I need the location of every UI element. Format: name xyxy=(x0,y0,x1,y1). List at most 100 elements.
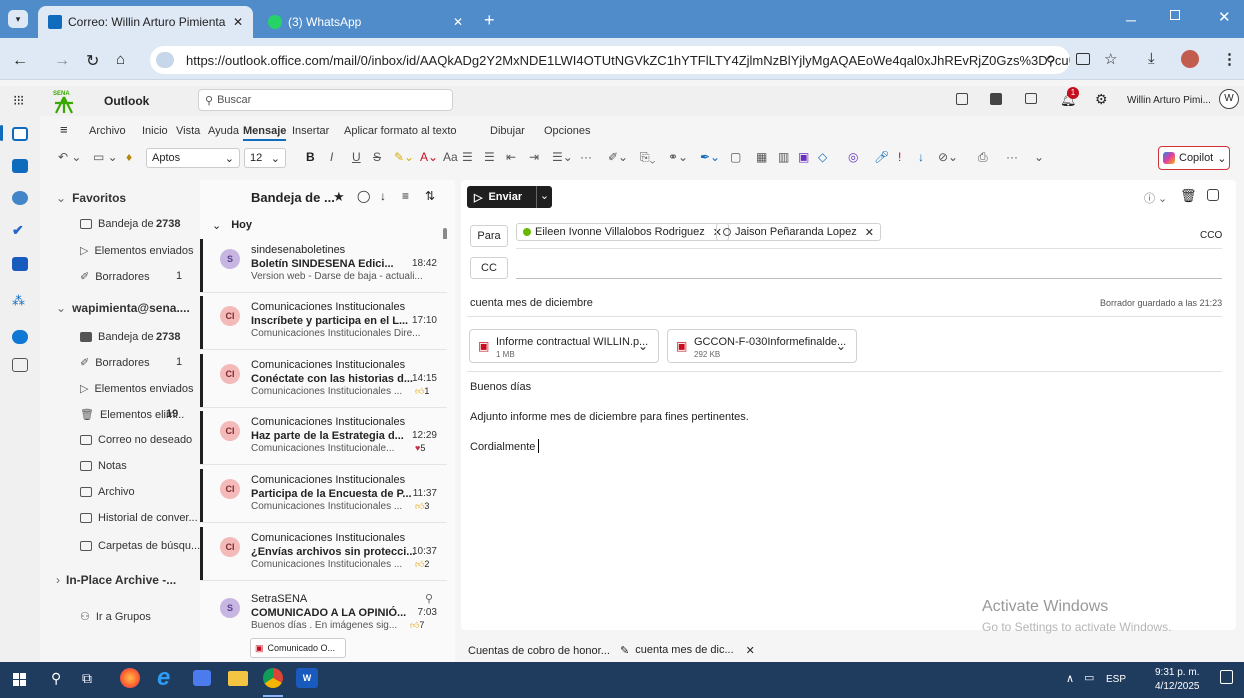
align-icon[interactable]: ☰⌄ xyxy=(552,150,573,164)
close-icon[interactable]: ✕ xyxy=(746,644,755,657)
close-icon[interactable]: ✕ xyxy=(233,15,243,29)
draft-tab[interactable]: Cuentas de cobro de honor... xyxy=(468,645,610,657)
go-to-groups[interactable]: ⚇ Ir a Grupos xyxy=(80,610,151,624)
tab-whatsapp[interactable]: (3) WhatsApp ✕ xyxy=(258,6,473,38)
attachment-chip[interactable]: ▣ Comunicado O... xyxy=(250,638,346,658)
bookmark-star-icon[interactable]: ☆ xyxy=(1104,50,1117,68)
clock-time[interactable]: 9:31 p. m. xyxy=(1155,667,1199,678)
strikethrough-icon[interactable]: S xyxy=(373,150,381,164)
close-icon[interactable]: ✕ xyxy=(453,15,463,29)
address-bar[interactable]: https://outlook.office.com/mail/0/inbox/… xyxy=(150,46,1070,74)
todo-app-icon[interactable]: ✔ xyxy=(12,223,28,237)
format-painter-icon[interactable]: ♦ xyxy=(126,150,132,164)
menu-mensaje[interactable]: Mensaje xyxy=(243,125,287,141)
group-header[interactable]: ⌄ Hoy xyxy=(212,219,252,232)
meet-now-icon[interactable] xyxy=(956,93,968,105)
folder-fav-inbox[interactable]: Bandeja de ... xyxy=(80,218,166,230)
list-item[interactable]: S SetraSENA ⚲ COMUNICADO A LA OPINIÓ... … xyxy=(200,588,447,664)
importance-low-icon[interactable]: ↓ xyxy=(918,150,924,164)
folder-sent[interactable]: ▷ Elementos enviados xyxy=(80,382,194,396)
filter-icon[interactable]: ≡ xyxy=(402,189,409,203)
folder-search-folders[interactable]: Carpetas de búsqu... xyxy=(80,540,200,552)
cc-button[interactable]: CC xyxy=(470,257,508,279)
menu-archivo[interactable]: Archivo xyxy=(89,125,126,137)
folder-notes[interactable]: Notas xyxy=(80,460,127,472)
back-icon[interactable]: ← xyxy=(12,52,28,70)
language-indicator[interactable]: ESP xyxy=(1106,674,1126,685)
window-restore-icon[interactable] xyxy=(1170,10,1180,20)
feedback-icon[interactable] xyxy=(1025,93,1037,104)
tag-icon[interactable]: ⊘⌄ xyxy=(938,150,958,164)
send-options-chevron-icon[interactable]: ⌄ xyxy=(536,186,552,208)
more-apps-icon[interactable] xyxy=(12,358,28,372)
link-icon[interactable]: ⚭⌄ xyxy=(668,150,688,164)
taskbar-search-icon[interactable]: ⚲ xyxy=(51,670,61,687)
clock-date[interactable]: 4/12/2025 xyxy=(1155,681,1200,692)
menu-insertar[interactable]: Insertar xyxy=(292,125,329,137)
notification-center-icon[interactable] xyxy=(1220,670,1233,684)
cast-icon[interactable] xyxy=(1076,53,1090,65)
undo-icon[interactable]: ↶ ⌄ xyxy=(58,150,81,164)
onedrive-app-icon[interactable] xyxy=(12,330,28,344)
tray-chevron-icon[interactable]: ∧ xyxy=(1066,672,1074,685)
copilot-button[interactable]: Copilot ⌄ xyxy=(1158,146,1230,170)
list-item[interactable]: CI Comunicaciones Institucionales Partic… xyxy=(200,469,447,523)
recipient-chip[interactable]: Jaison Peñaranda Lopez ✕ xyxy=(716,223,881,241)
archive-header[interactable]: › In-Place Archive -... xyxy=(56,573,176,587)
menu-vista[interactable]: Vista xyxy=(176,125,200,137)
firefox-icon[interactable] xyxy=(120,668,140,688)
account-header[interactable]: ⌄ wapimienta@sena.... xyxy=(56,301,190,315)
bullets-icon[interactable]: ☰ xyxy=(462,150,473,164)
styles-icon[interactable]: Aa xyxy=(443,150,458,164)
table-icon[interactable]: ▦ xyxy=(756,150,767,164)
reload-icon[interactable]: ↻ xyxy=(86,51,99,71)
bcc-button[interactable]: CCO xyxy=(1200,230,1222,241)
more-options-icon[interactable]: ··· xyxy=(1006,150,1018,164)
jump-icon[interactable]: ↓ xyxy=(380,189,386,203)
window-close-icon[interactable]: ✕ xyxy=(1218,8,1231,26)
clipboard-icon[interactable]: ▭ ⌄ xyxy=(93,150,118,164)
folder-conversation-history[interactable]: Historial de conver... xyxy=(80,512,198,524)
forward-icon[interactable]: → xyxy=(54,52,70,70)
subject-input[interactable]: cuenta mes de diciembre xyxy=(470,297,593,309)
attachment-card[interactable]: ▣ Informe contractual WILLIN.p... 1 MB ⌄ xyxy=(469,329,659,363)
file-explorer-icon[interactable] xyxy=(228,671,248,686)
meet-app-icon[interactable] xyxy=(193,670,211,686)
browser-menu-icon[interactable]: ⋮ xyxy=(1222,50,1237,68)
user-avatar[interactable]: W xyxy=(1219,89,1239,109)
folder-archive[interactable]: Archivo xyxy=(80,486,135,498)
network-icon[interactable]: ▭ xyxy=(1084,671,1094,684)
ribbon-collapse-icon[interactable]: ⌄ xyxy=(1034,150,1044,164)
loop-icon[interactable]: ◎ xyxy=(848,150,858,164)
highlight-icon[interactable]: ✎⌄ xyxy=(394,150,414,164)
cc-input[interactable] xyxy=(516,278,1222,279)
menu-opciones[interactable]: Opciones xyxy=(544,125,590,137)
people-app-icon[interactable] xyxy=(12,191,28,205)
font-name-select[interactable]: Aptos ⌄ xyxy=(146,148,240,168)
calendar-app-icon[interactable] xyxy=(12,159,28,173)
to-button[interactable]: Para xyxy=(470,225,508,247)
teams-icon[interactable] xyxy=(990,93,1002,105)
indent-icon[interactable]: ⇥ xyxy=(529,150,539,164)
info-icon[interactable]: ⓘ ⌄ xyxy=(1144,190,1167,206)
folder-junk[interactable]: Correo no deseado xyxy=(80,434,192,446)
user-name[interactable]: Willin Arturo Pimi... xyxy=(1127,95,1211,106)
hamburger-icon[interactable]: ≡ xyxy=(60,122,68,137)
sort-icon[interactable]: ⇅ xyxy=(425,189,435,203)
font-size-select[interactable]: 12 ⌄ xyxy=(244,148,286,168)
windows-start-icon[interactable] xyxy=(13,673,26,686)
image-icon[interactable]: ▢ xyxy=(730,150,741,164)
window-minimize-icon[interactable]: ─ xyxy=(1126,12,1136,28)
chrome-icon[interactable] xyxy=(263,668,283,688)
tab-outlook[interactable]: Correo: Willin Arturo Pimienta I ✕ xyxy=(38,6,253,38)
discard-trash-icon[interactable]: 🗑︎ xyxy=(1180,188,1197,204)
sensitivity-icon[interactable]: ◇ xyxy=(818,150,827,164)
pdf-icon[interactable]: ▣ xyxy=(798,150,809,164)
list-item[interactable]: CI Comunicaciones Institucionales ¿Envía… xyxy=(200,527,447,581)
importance-high-icon[interactable]: ! xyxy=(898,150,901,164)
folder-inbox[interactable]: Bandeja de ... xyxy=(80,331,166,343)
settings-gear-icon[interactable]: ⚙ xyxy=(1095,91,1108,108)
outdent-icon[interactable]: ⇤ xyxy=(506,150,516,164)
edge-icon[interactable]: e xyxy=(157,664,170,692)
word-icon[interactable]: W xyxy=(296,668,318,688)
